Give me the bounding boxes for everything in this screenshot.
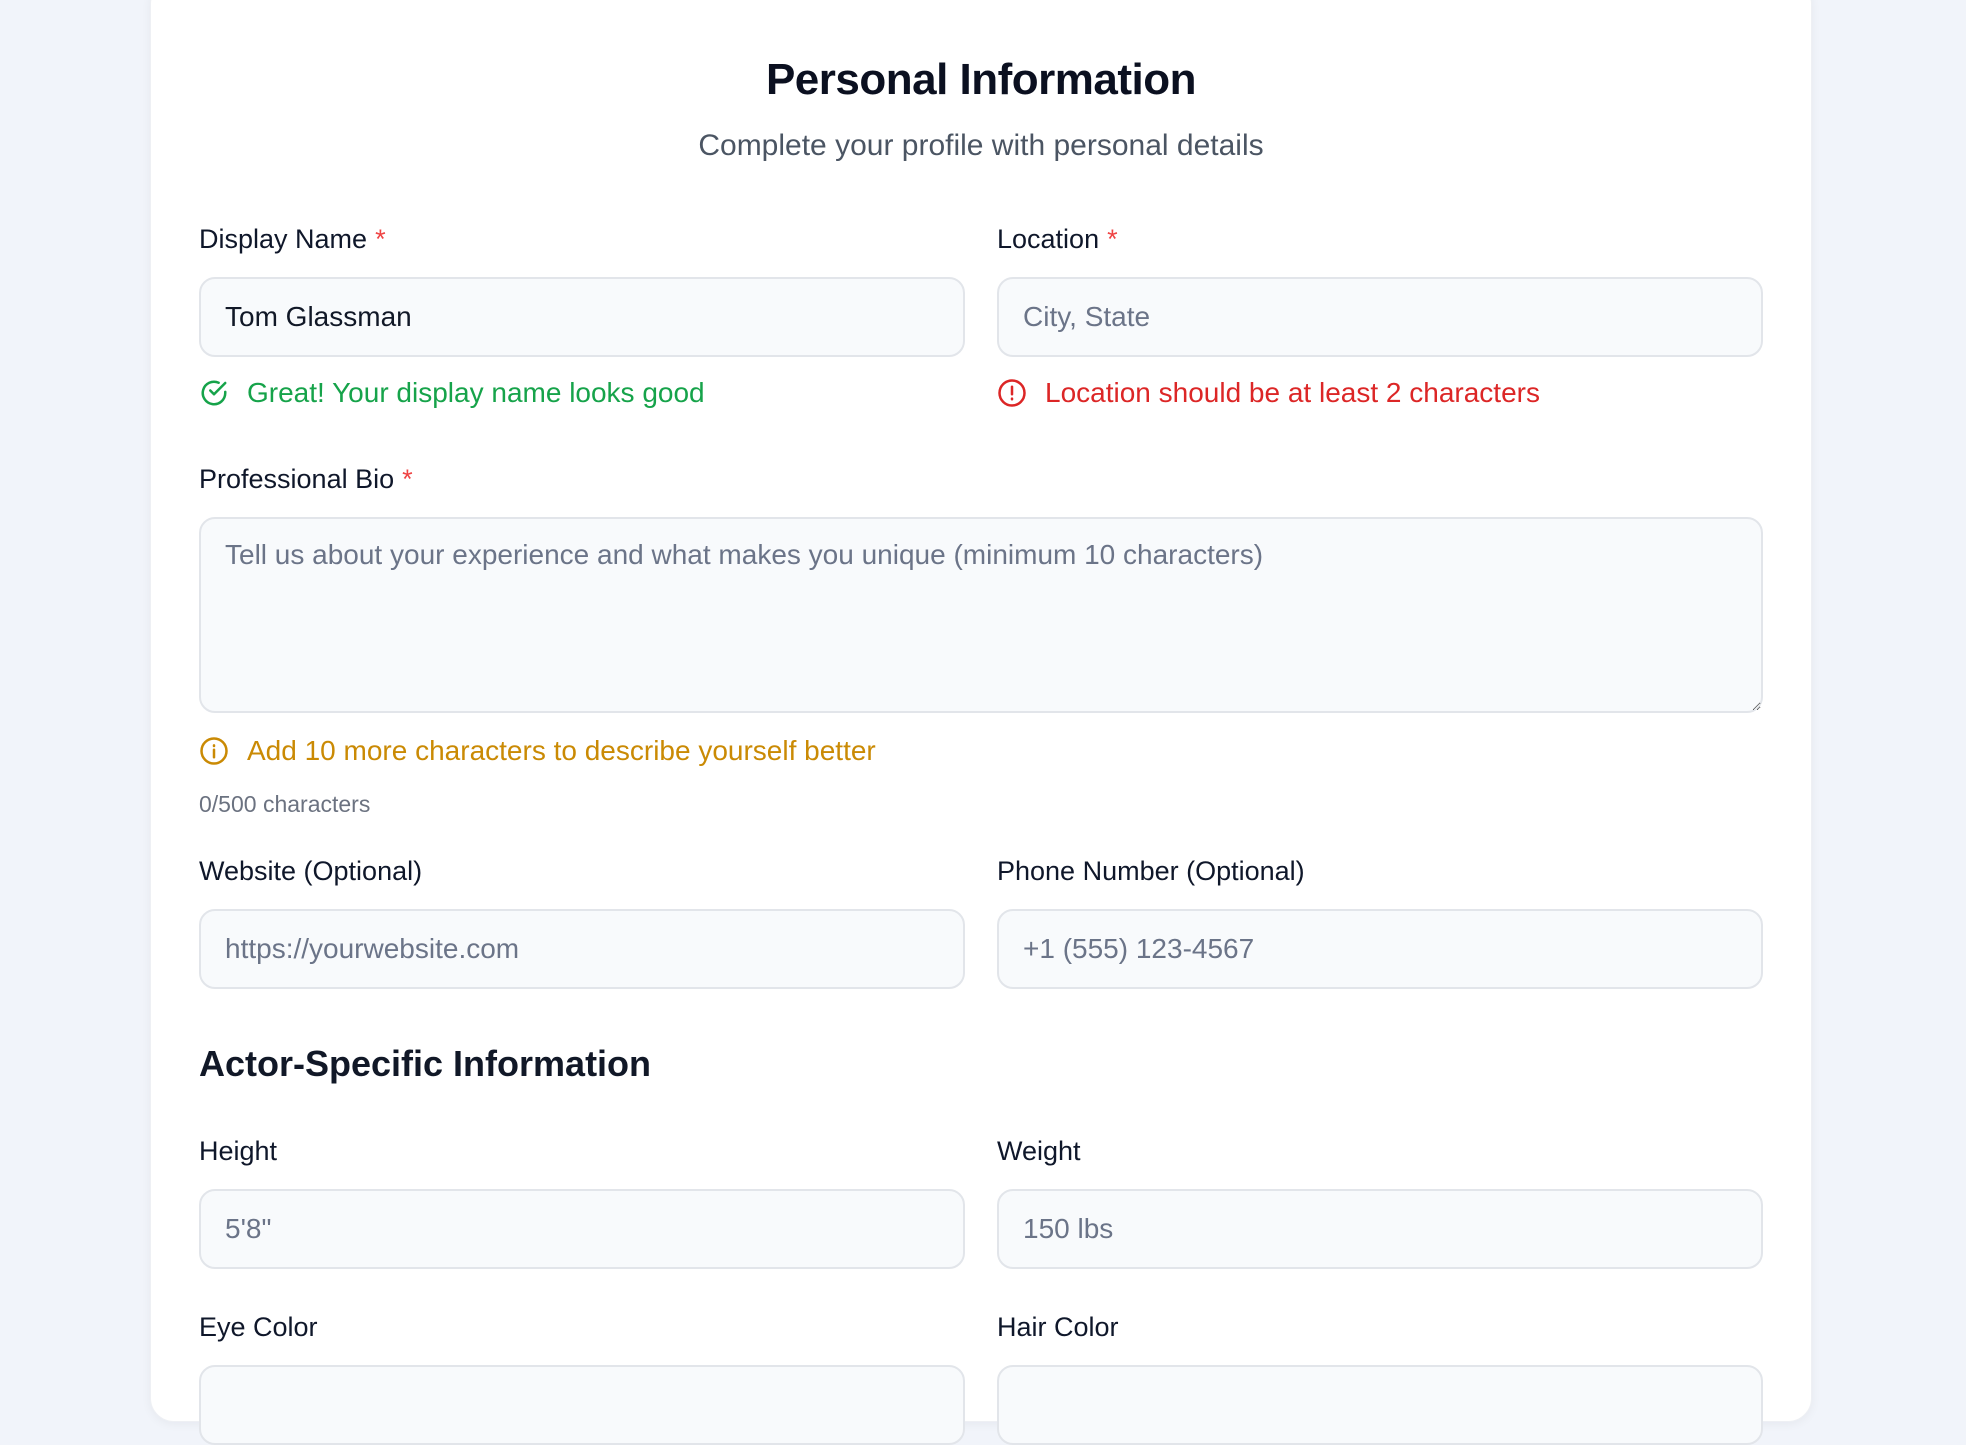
- location-input[interactable]: [997, 277, 1763, 357]
- display-name-success-message: Great! Your display name looks good: [199, 375, 965, 411]
- height-input[interactable]: [199, 1189, 965, 1269]
- display-name-field: Display Name* Great! Your display name l…: [199, 221, 965, 411]
- display-name-input[interactable]: [199, 277, 965, 357]
- bio-label: Professional Bio *: [199, 461, 1763, 497]
- weight-label: Weight: [997, 1136, 1081, 1166]
- phone-label: Phone Number (Optional): [997, 856, 1305, 886]
- display-name-label: Display Name *: [199, 221, 965, 257]
- required-asterisk: *: [402, 464, 413, 494]
- eye-color-input[interactable]: [199, 1365, 965, 1445]
- weight-input[interactable]: [997, 1189, 1763, 1269]
- required-asterisk: *: [1107, 224, 1118, 254]
- profile-form-card: Personal Information Complete your profi…: [150, 0, 1812, 1445]
- bio-hint-message: Add 10 more characters to describe yours…: [199, 733, 1763, 769]
- required-asterisk: *: [375, 224, 386, 254]
- bio-label-text: Professional Bio: [199, 464, 395, 494]
- height-label: Height: [199, 1136, 278, 1166]
- display-name-message-text: Great! Your display name looks good: [247, 377, 705, 408]
- weight-field: Weight: [997, 1133, 1763, 1269]
- website-input[interactable]: [199, 909, 965, 989]
- location-error-message: Location should be at least 2 characters: [997, 375, 1763, 411]
- location-field: Location* Location should be at least 2 …: [997, 221, 1763, 411]
- display-name-label-text: Display Name: [199, 224, 368, 254]
- eye-color-field: Eye Color: [199, 1309, 965, 1445]
- location-label: Location *: [997, 221, 1763, 257]
- eye-color-label: Eye Color: [199, 1312, 318, 1342]
- page-subtitle: Complete your profile with personal deta…: [698, 129, 1264, 162]
- page-title: Personal Information: [765, 55, 1197, 104]
- check-circle-icon: [201, 380, 227, 406]
- actor-section-title: Actor-Specific Information: [199, 1043, 652, 1084]
- location-label-text: Location: [997, 224, 1100, 254]
- hair-color-input[interactable]: [997, 1365, 1763, 1445]
- phone-field: Phone Number (Optional): [997, 853, 1763, 989]
- bio-field: Professional Bio* Add 10 more characters…: [199, 461, 1763, 818]
- alert-circle-icon: [998, 379, 1026, 407]
- website-field: Website (Optional): [199, 853, 965, 989]
- phone-input[interactable]: [997, 909, 1763, 989]
- location-message-text: Location should be at least 2 characters: [1045, 377, 1540, 408]
- hair-color-field: Hair Color: [997, 1309, 1763, 1445]
- bio-character-counter: 0/500 characters: [199, 791, 371, 817]
- hair-color-label: Hair Color: [997, 1312, 1119, 1342]
- bio-textarea[interactable]: [199, 517, 1763, 713]
- bio-message-text: Add 10 more characters to describe yours…: [247, 735, 876, 766]
- website-label: Website (Optional): [199, 856, 423, 886]
- info-circle-icon: [200, 737, 228, 765]
- height-field: Height: [199, 1133, 965, 1269]
